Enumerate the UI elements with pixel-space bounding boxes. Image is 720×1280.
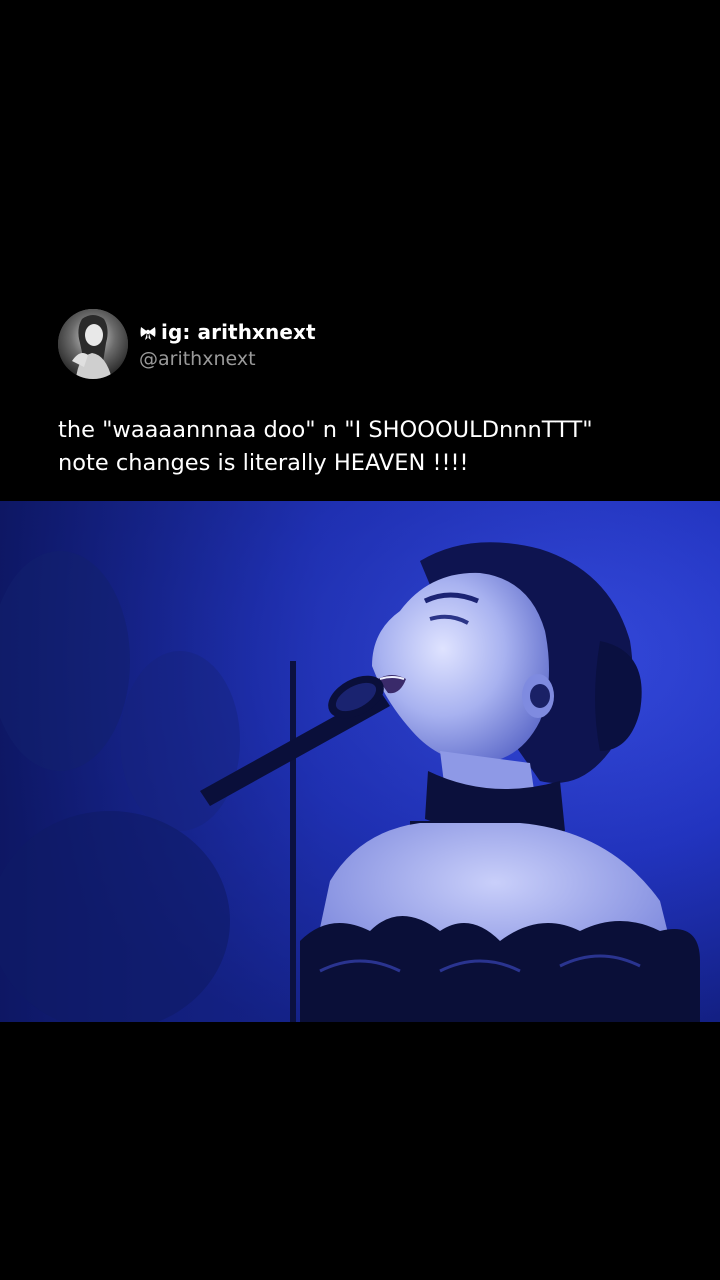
author-names: ig: arithxnext @arithxnext <box>139 318 316 370</box>
reel-screen: ig: arithxnext @arithxnext the "waaaannn… <box>0 0 720 1280</box>
post-caption: the "waaaannnaa doo" n "I SHOOOULDnnnTTT… <box>58 414 698 480</box>
avatar[interactable] <box>58 309 128 379</box>
post-header: ig: arithxnext @arithxnext <box>58 308 316 380</box>
caption-line-1: the "waaaannnaa doo" n "I SHOOOULDnnnTTT… <box>58 417 593 443</box>
author-handle[interactable]: @arithxnext <box>139 348 316 370</box>
display-name-row[interactable]: ig: arithxnext <box>139 318 316 346</box>
video-frame[interactable] <box>0 501 720 1022</box>
singer-performance-image <box>0 501 720 1022</box>
profile-avatar-image <box>58 309 128 379</box>
display-name: ig: arithxnext <box>161 320 316 344</box>
bow-icon <box>139 323 157 341</box>
caption-line-2: note changes is literally HEAVEN !!!! <box>58 450 469 476</box>
